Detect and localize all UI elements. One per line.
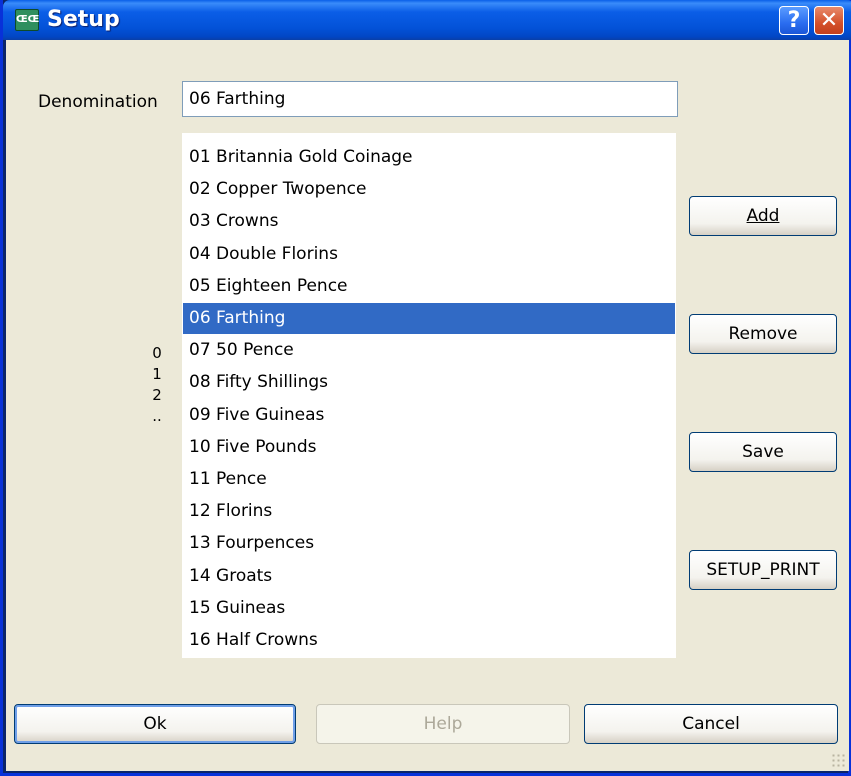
list-item[interactable]: 14 Groats [183,561,675,592]
setup-dialog: ŒŒ Setup ? ✕ Denomination 06 Farthing 0 … [0,0,851,776]
setup-print-button[interactable]: SETUP_PRINT [689,550,837,590]
title-help-button[interactable]: ? [779,6,809,35]
save-button[interactable]: Save [689,432,837,472]
list-item[interactable]: 16 Half Crowns [183,625,675,656]
cancel-button-label: Cancel [682,714,740,734]
side-digit: .. [152,407,162,425]
list-item[interactable]: 15 Guineas [183,593,675,624]
list-item[interactable]: 09 Five Guineas [183,400,675,431]
list-item[interactable]: 13 Fourpences [183,528,675,559]
list-item[interactable]: 03 Crowns [183,206,675,237]
list-item[interactable]: 07 50 Pence [183,335,675,366]
remove-button[interactable]: Remove [689,314,837,354]
remove-button-label: Remove [728,324,798,344]
setup-print-button-label: SETUP_PRINT [706,560,820,580]
ok-button[interactable]: Ok [14,704,296,744]
cancel-button[interactable]: Cancel [584,704,838,744]
dialog-client-area: Denomination 06 Farthing 0 1 2 .. 01 Bri… [6,40,849,771]
title-bar[interactable]: ŒŒ Setup ? ✕ [3,0,851,40]
list-item[interactable]: 10 Five Pounds [183,432,675,463]
denomination-input[interactable]: 06 Farthing [182,81,678,117]
side-digits: 0 1 2 .. [149,343,165,427]
add-button[interactable]: Add [689,196,837,236]
list-item[interactable]: 01 Britannia Gold Coinage [183,142,675,173]
window-title: Setup [47,7,120,32]
help-button-label: Help [423,714,463,734]
side-digit: 0 [152,344,162,362]
list-item[interactable]: 11 Pence [183,464,675,495]
add-button-label: Add [746,206,780,226]
list-item[interactable]: 02 Copper Twopence [183,174,675,205]
list-item[interactable]: 04 Double Florins [183,239,675,270]
app-icon: ŒŒ [15,9,39,31]
list-item-selected[interactable]: 06 Farthing [183,303,675,334]
list-item[interactable]: 08 Fifty Shillings [183,367,675,398]
list-item[interactable]: 05 Eighteen Pence [183,271,675,302]
side-digit: 1 [152,365,162,383]
ok-button-label: Ok [143,714,167,734]
list-item[interactable]: 12 Florins [183,496,675,527]
save-button-label: Save [742,442,784,462]
title-close-button[interactable]: ✕ [814,6,844,35]
resize-grip[interactable] [831,753,845,767]
denomination-label: Denomination [38,92,158,112]
denomination-listbox[interactable]: 01 Britannia Gold Coinage 02 Copper Twope… [182,133,676,658]
side-digit: 2 [152,386,162,404]
help-button: Help [316,704,570,744]
